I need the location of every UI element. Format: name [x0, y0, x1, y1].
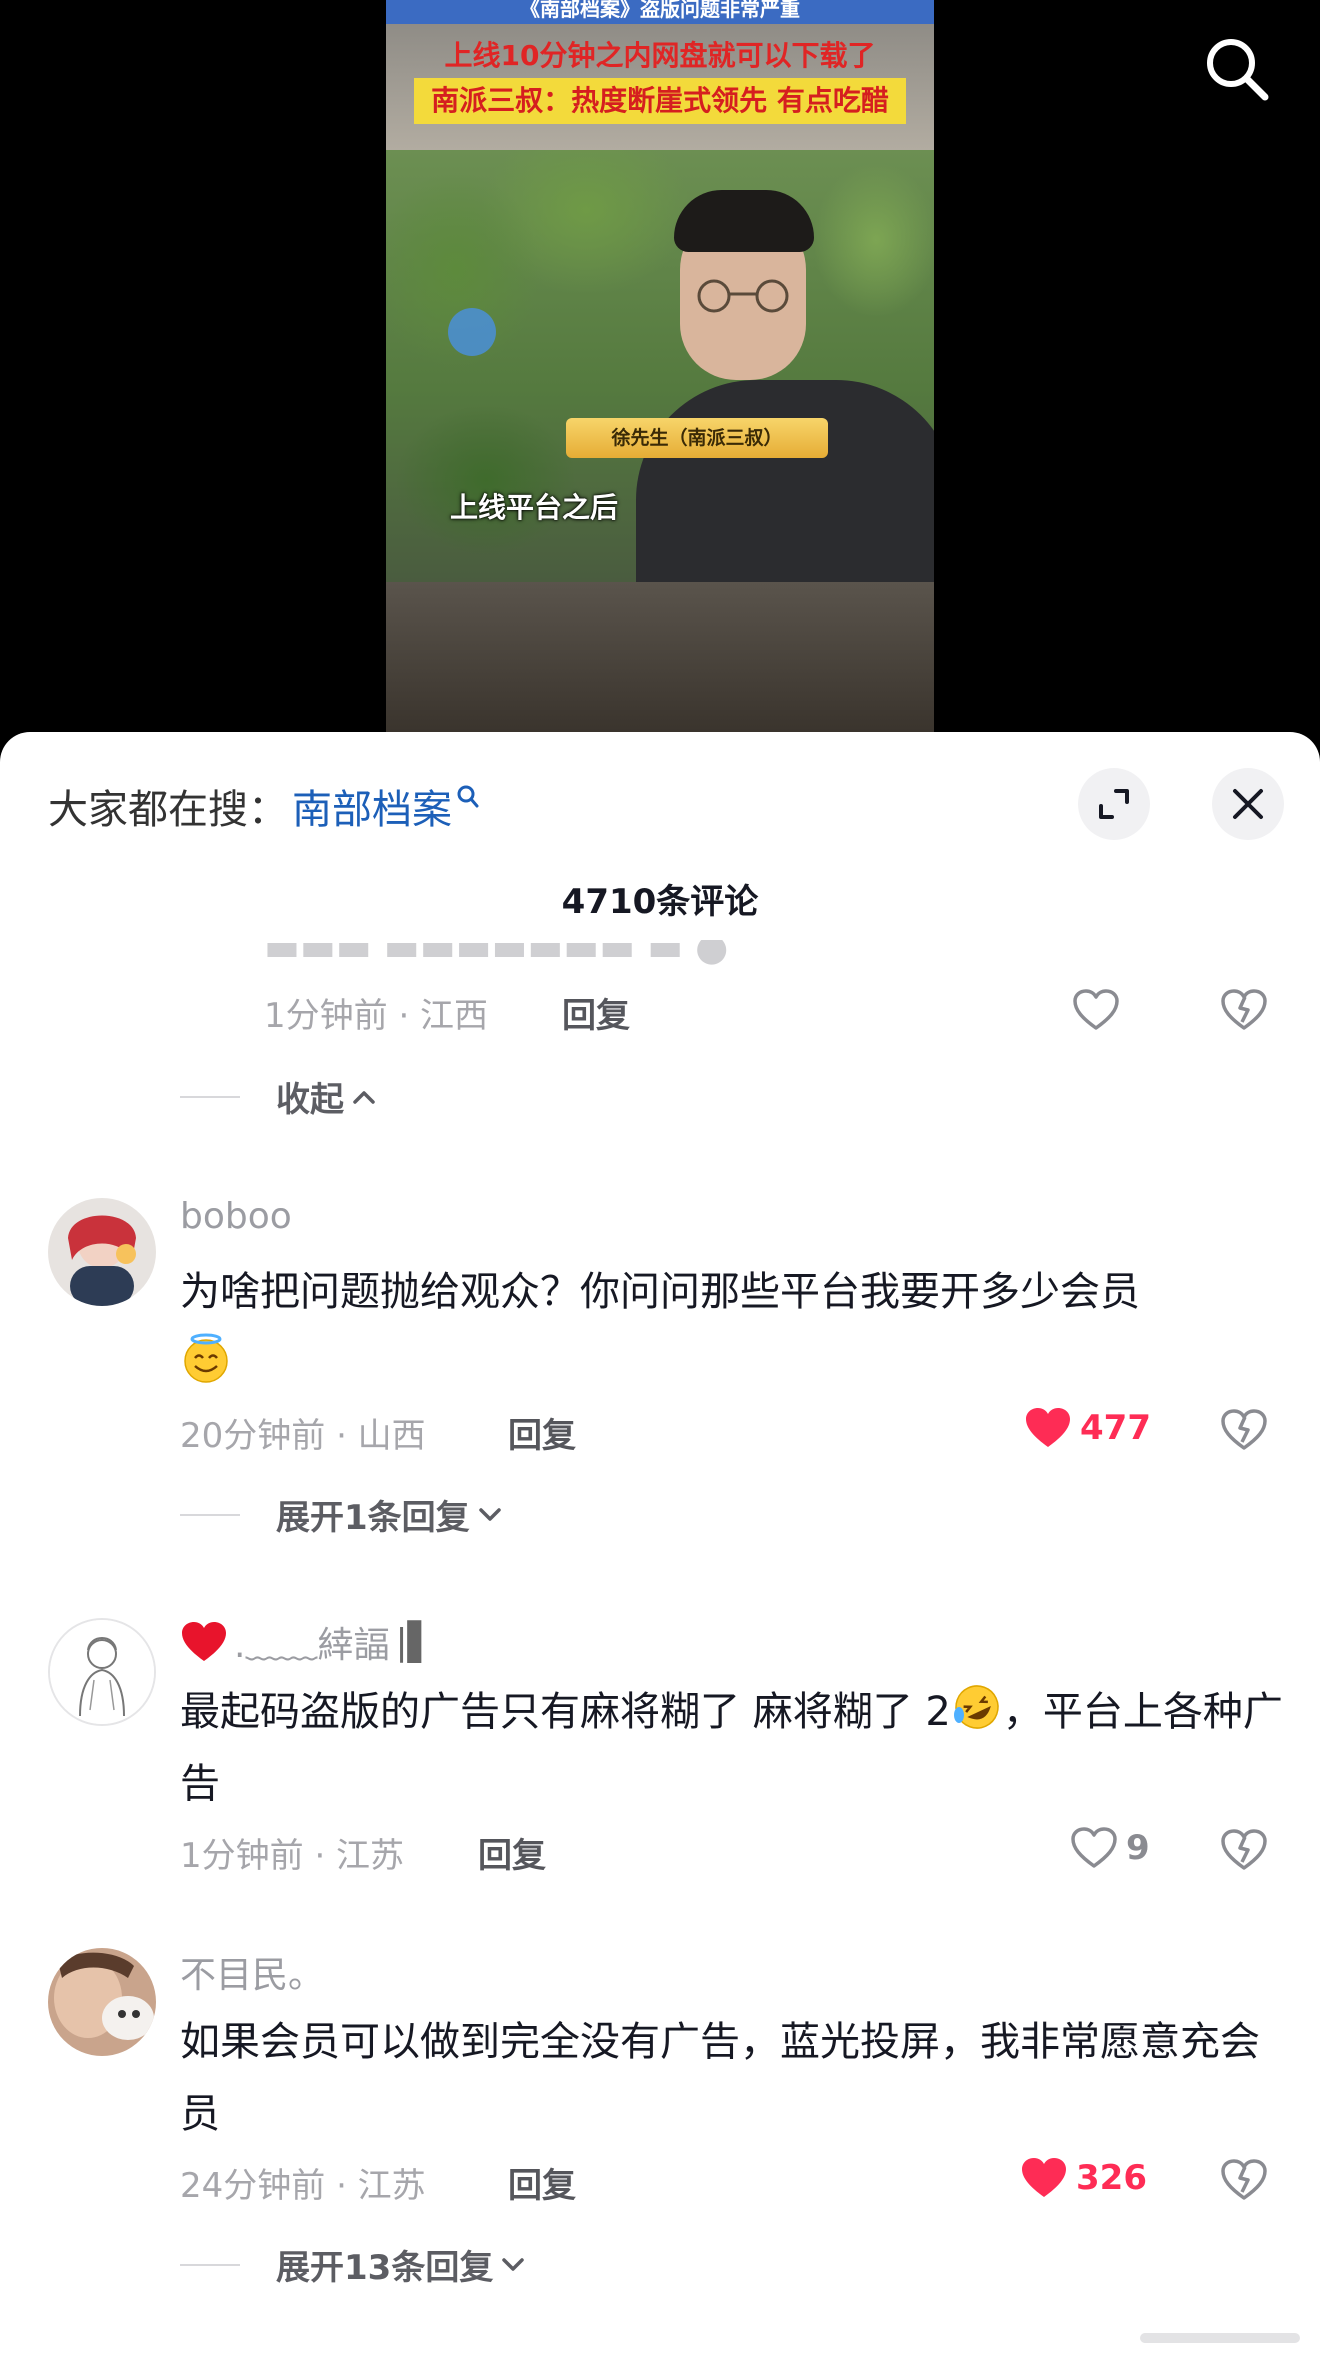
heart-filled-icon [1022, 2158, 1066, 2197]
expand-replies-button[interactable]: 展开1条回复 [180, 1490, 502, 1539]
chevron-down-icon [502, 2257, 525, 2271]
video-frame[interactable]: 《南部档案》盗版问题非常严重 上线10分钟之内网盘就可以下载了 南派三叔：热度断… [386, 0, 934, 732]
reply-button[interactable]: 回复 [508, 2158, 576, 2207]
avatar-photo [48, 1948, 156, 2056]
smiling-face-with-halo-icon [184, 1333, 228, 1383]
reply-button[interactable]: 回复 [562, 988, 630, 1037]
username-suffix: |▌ [395, 1621, 436, 1663]
video-headline-banner: 上线10分钟之内网盘就可以下载了 南派三叔：热度断崖式领先 有点吃醋 [386, 24, 934, 150]
avatar[interactable] [48, 1198, 156, 1306]
like-count: 9 [1126, 1828, 1150, 1868]
red-heart-icon [182, 1622, 226, 1661]
reply-button[interactable]: 回复 [478, 1828, 546, 1877]
thread-line [180, 1095, 240, 1098]
comment-text: 为啥把问题抛给观众？你问问那些平台我要开多少会员 [180, 1256, 1290, 1400]
person-hair [674, 190, 814, 252]
comment-text-body: 为啥把问题抛给观众？你问问那些平台我要开多少会员 [180, 1269, 1140, 1315]
scroll-indicator [1140, 2333, 1300, 2343]
channel-logo-icon [448, 308, 496, 356]
collapse-replies-button[interactable]: 收起 [180, 1072, 376, 1121]
heart-outline-icon [1071, 1827, 1117, 1868]
like-count: 477 [1080, 1408, 1151, 1448]
dislike-icon[interactable] [1220, 988, 1268, 1032]
search-icon[interactable] [1202, 34, 1272, 104]
expand-button[interactable] [1078, 768, 1150, 840]
avatar-photo [48, 1198, 156, 1306]
dislike-icon[interactable] [1220, 1828, 1268, 1872]
expand-replies-label: 展开1条回复 [276, 1498, 470, 1538]
like-button[interactable]: 477 [1024, 1406, 1151, 1450]
comment-text: 最起码盗版的广告只有麻将糊了 麻将糊了 2 ，平台上各种广告 [180, 1676, 1290, 1820]
close-button[interactable] [1212, 768, 1284, 840]
search-mini-icon [457, 785, 479, 808]
trending-search-term[interactable]: 南部档案 [292, 777, 452, 835]
chevron-up-icon [353, 1090, 375, 1104]
avatar-sketch [50, 1620, 154, 1724]
comment-username[interactable]: .﹏﹏緈諨 |▌ [180, 1616, 435, 1668]
video-blurred-area [386, 582, 934, 732]
comment-count: 4710条评论 [561, 882, 759, 922]
like-button[interactable]: 326 [1020, 2156, 1147, 2200]
avatar[interactable] [48, 1948, 156, 2056]
expand-icon [1099, 789, 1129, 819]
chevron-down-icon [478, 1507, 501, 1521]
scrolled-off-text: ▬▬▬ ▬▬▬▬▬▬▬ ▬ ● [264, 940, 729, 968]
comment-text-before: 最起码盗版的广告只有麻将糊了 麻将糊了 2 [180, 1689, 951, 1735]
like-count: 326 [1076, 2158, 1147, 2198]
comment-meta: 1分钟前 · 江苏 [180, 1836, 405, 1876]
reply-meta: 1分钟前 · 江西 [264, 996, 489, 1036]
comment-username[interactable]: boboo [180, 1196, 292, 1237]
comment-meta: 24分钟前 · 江苏 [180, 2166, 426, 2206]
heart-filled-icon [1026, 1408, 1070, 1447]
person-body [636, 380, 934, 600]
like-button[interactable]: 9 [1070, 1826, 1150, 1870]
speaker-name-tag: 徐先生（南派三叔） [566, 418, 828, 458]
thread-line [180, 2263, 240, 2266]
expand-replies-label: 展开13条回复 [276, 2248, 494, 2288]
dislike-icon[interactable] [1220, 1408, 1268, 1452]
reply-button[interactable]: 回复 [508, 1408, 576, 1457]
comment-username[interactable]: 不目民。 [180, 1946, 324, 1998]
video-headline-2: 南派三叔：热度断崖式领先 有点吃醋 [414, 78, 906, 124]
comments-sheet: 大家都在搜： 南部档案 4710条评论 ▬▬▬ ▬▬▬▬▬▬▬ ▬ ● 1分钟前… [0, 732, 1320, 2361]
thread-line [180, 1513, 240, 1516]
collapse-label: 收起 [276, 1080, 344, 1120]
video-headline-1: 上线10分钟之内网盘就可以下载了 [444, 39, 876, 72]
video-subtitle: 上线平台之后 [450, 491, 619, 524]
close-icon [1233, 789, 1263, 819]
video-top-title: 《南部档案》盗版问题非常严重 [386, 0, 934, 24]
video-scene: 徐先生（南派三叔） 上线平台之后 [386, 150, 934, 600]
dislike-icon[interactable] [1220, 2158, 1268, 2202]
rolling-on-floor-laughing-icon [953, 1685, 999, 1729]
video-player[interactable]: 《南部档案》盗版问题非常严重 上线10分钟之内网盘就可以下载了 南派三叔：热度断… [0, 0, 1320, 760]
username-text: .﹏﹏緈諨 [234, 1625, 390, 1666]
trending-search-prefix: 大家都在搜： [48, 787, 288, 833]
comment-text: 如果会员可以做到完全没有广告，蓝光投屏，我非常愿意充会员 [180, 2019, 1260, 2137]
avatar[interactable] [48, 1618, 156, 1726]
glasses-icon [697, 279, 789, 313]
trending-search[interactable]: 大家都在搜： 南部档案 [48, 776, 480, 836]
heart-outline-icon[interactable] [1072, 988, 1120, 1032]
comment-meta: 20分钟前 · 山西 [180, 1416, 426, 1456]
expand-replies-button[interactable]: 展开13条回复 [180, 2240, 525, 2289]
